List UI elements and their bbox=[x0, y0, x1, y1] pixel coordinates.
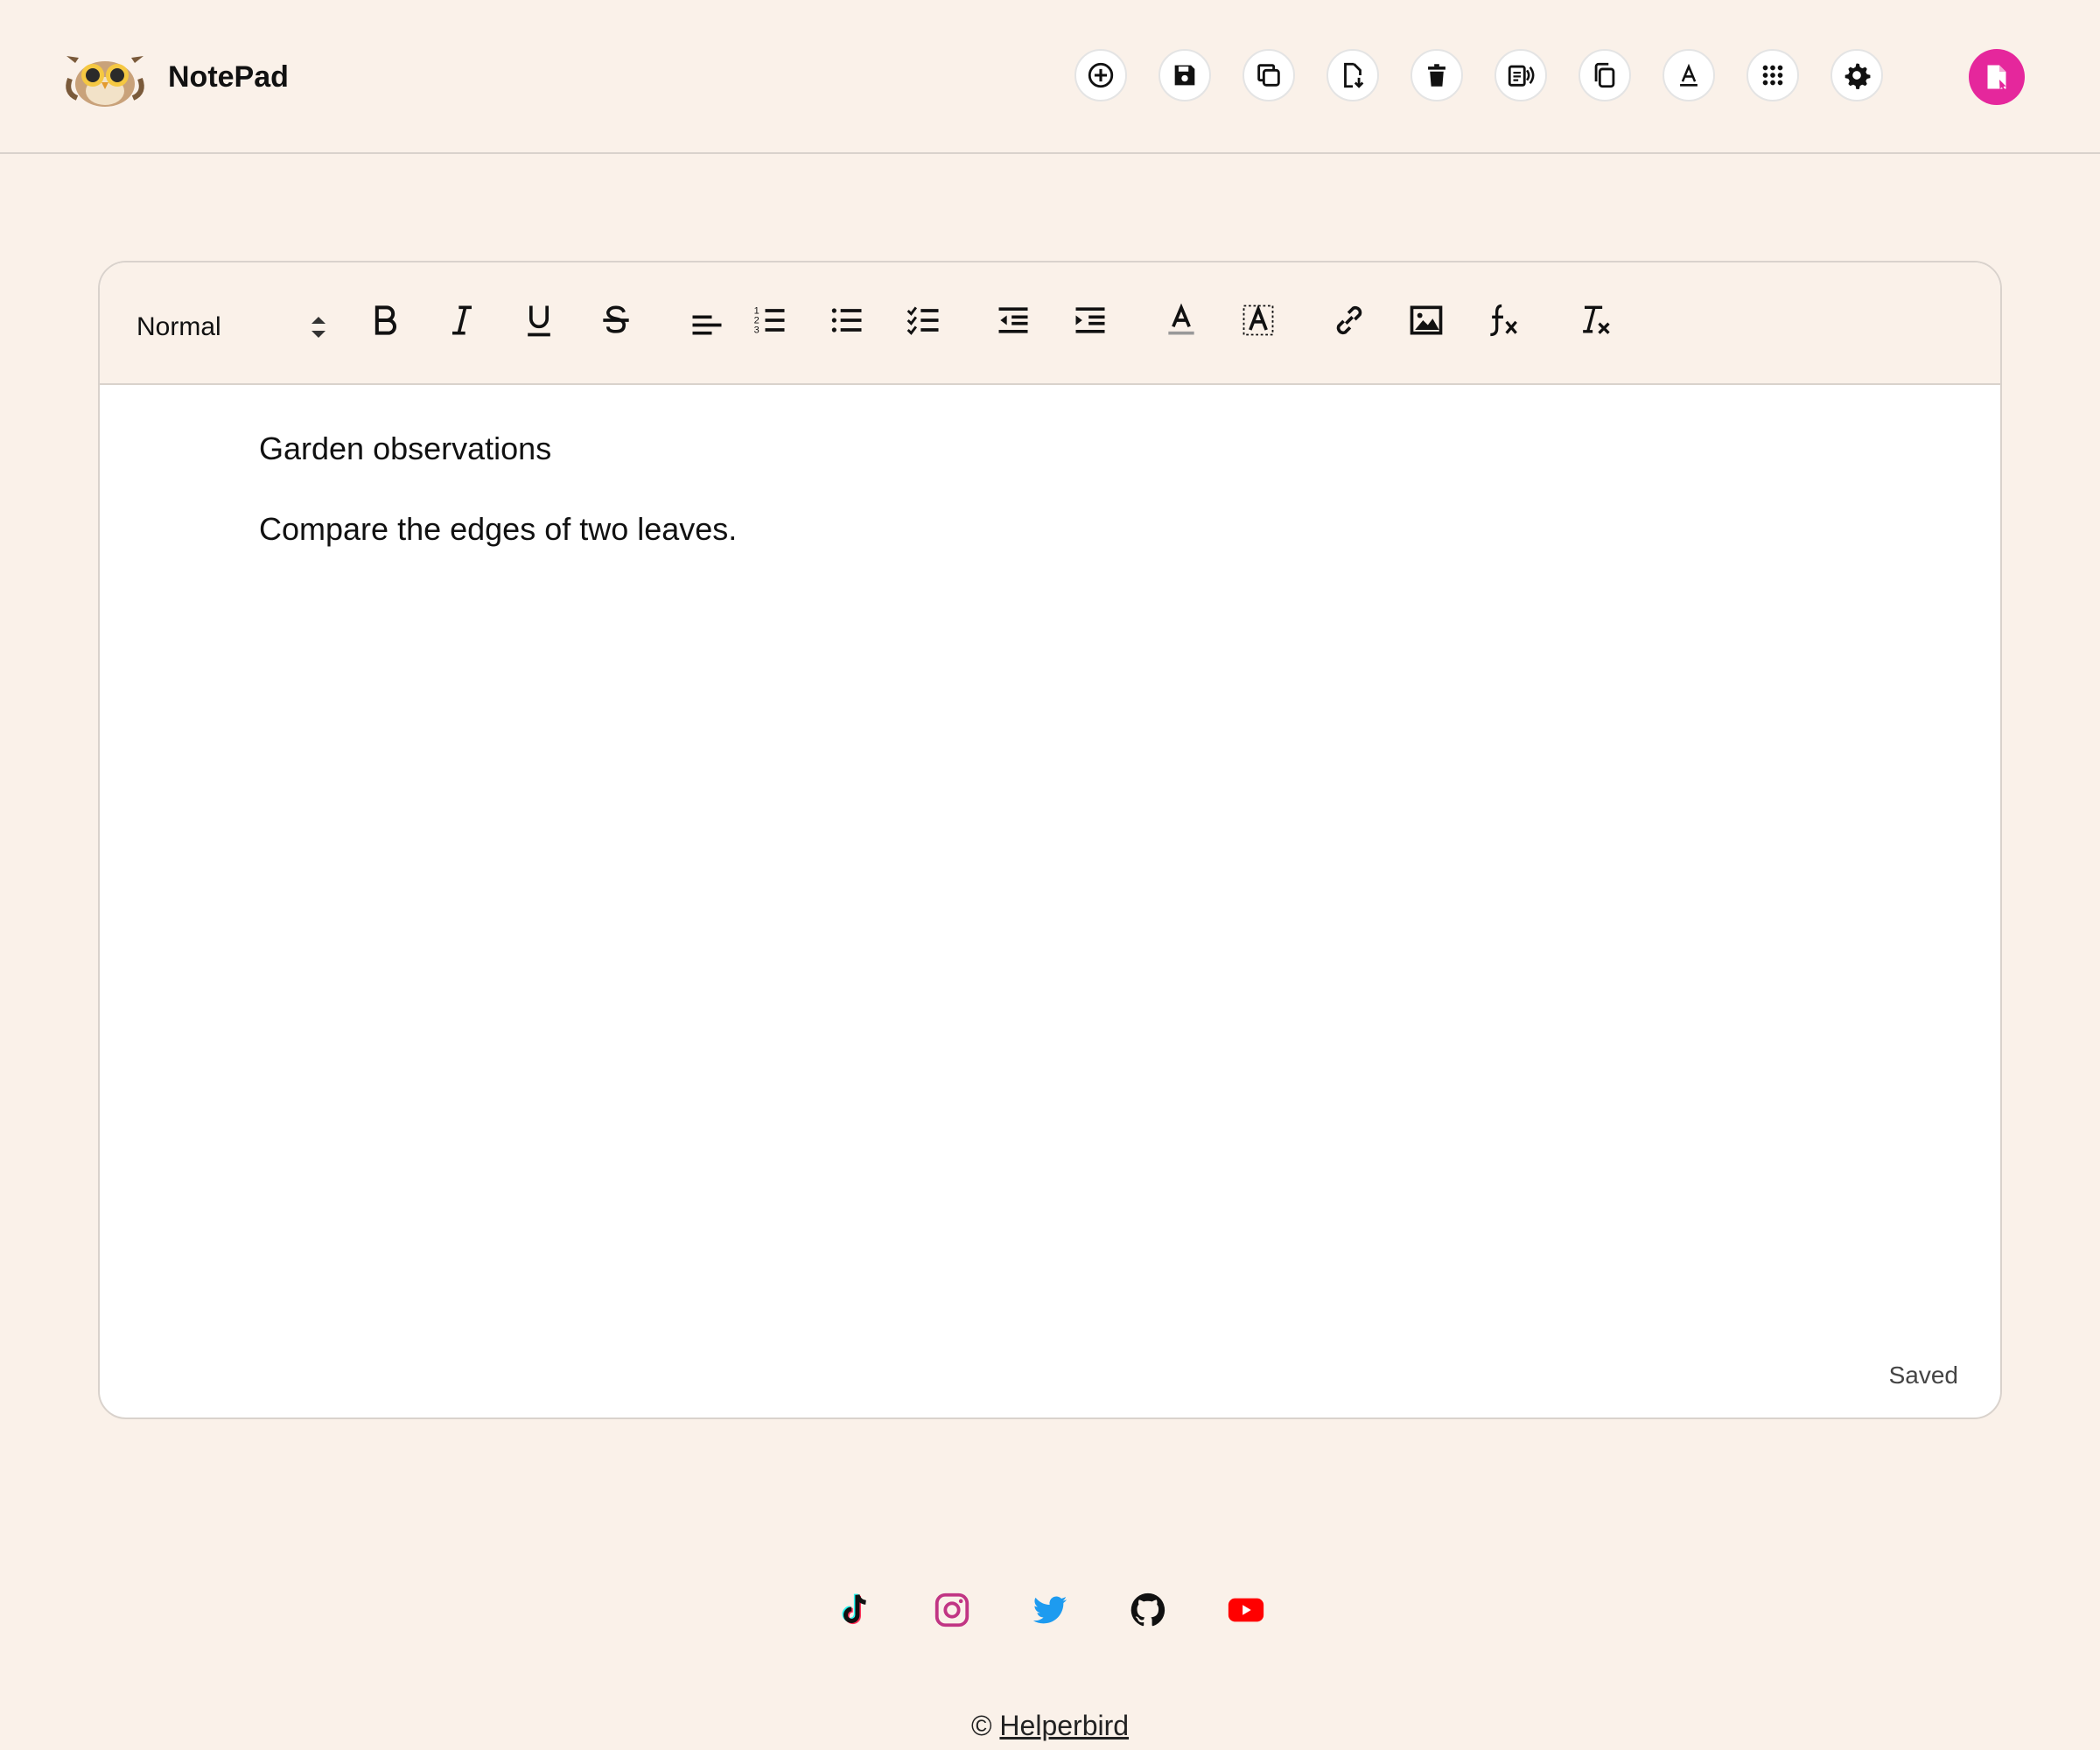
trash-icon bbox=[1428, 64, 1446, 87]
text-format-value: Normal bbox=[136, 312, 221, 341]
youtube-icon bbox=[1228, 1598, 1264, 1622]
text-format-select[interactable]: Normal bbox=[136, 304, 334, 348]
select-arrows-icon bbox=[312, 317, 326, 338]
bullet-list-button[interactable] bbox=[822, 296, 872, 345]
editor-panel: Normal 123 Garden observations Compare t… bbox=[98, 261, 2002, 1419]
note-content[interactable]: Garden observations Compare the edges of… bbox=[259, 429, 1930, 590]
gear-icon bbox=[1844, 63, 1871, 89]
italic-button[interactable] bbox=[438, 296, 486, 345]
font-button[interactable] bbox=[1662, 49, 1715, 102]
align-left-button[interactable] bbox=[682, 296, 732, 345]
download-icon bbox=[1344, 62, 1364, 88]
outdent-icon bbox=[998, 307, 1028, 333]
editor-toolbar: Normal 123 bbox=[100, 262, 2000, 385]
duplicate-button[interactable] bbox=[1578, 49, 1631, 102]
read-aloud-button[interactable] bbox=[1494, 49, 1547, 102]
save-button[interactable] bbox=[1158, 49, 1211, 102]
ordered-list-icon: 123 bbox=[754, 306, 785, 336]
tiktok-link[interactable] bbox=[831, 1586, 880, 1634]
svg-text:3: 3 bbox=[754, 326, 760, 336]
owl-logo-icon bbox=[63, 44, 147, 110]
link-button[interactable] bbox=[1325, 296, 1374, 345]
save-icon bbox=[1174, 65, 1195, 86]
indent-button[interactable] bbox=[1066, 296, 1115, 345]
checklist-icon bbox=[906, 306, 939, 335]
checklist-button[interactable] bbox=[900, 296, 948, 345]
italic-icon bbox=[452, 305, 472, 335]
copy-icon bbox=[1257, 64, 1280, 87]
app-header: NotePad bbox=[0, 0, 2100, 154]
app-title: NotePad bbox=[168, 60, 289, 94]
copyright-symbol: © bbox=[970, 1710, 992, 1741]
formula-icon bbox=[1490, 304, 1517, 337]
note-line-body[interactable]: Compare the edges of two leaves. bbox=[259, 509, 1930, 550]
underline-icon bbox=[528, 305, 550, 337]
duplicate-icon bbox=[1594, 62, 1615, 88]
text-to-speech-icon bbox=[1508, 65, 1535, 87]
image-button[interactable] bbox=[1402, 296, 1451, 345]
github-icon bbox=[1130, 1592, 1166, 1627]
underline-button[interactable] bbox=[514, 296, 564, 345]
bold-button[interactable] bbox=[360, 296, 410, 345]
ordered-list-button[interactable]: 123 bbox=[746, 296, 794, 345]
highlight-icon bbox=[1242, 304, 1274, 336]
formula-button[interactable] bbox=[1479, 296, 1528, 345]
footer: © Helperbird bbox=[0, 1708, 2100, 1743]
clear-formatting-button[interactable] bbox=[1570, 296, 1619, 345]
text-color-icon bbox=[1168, 303, 1194, 335]
note-line-title[interactable]: Garden observations bbox=[259, 429, 1930, 469]
clear-formatting-icon bbox=[1583, 305, 1610, 334]
youtube-link[interactable] bbox=[1222, 1586, 1270, 1634]
font-icon bbox=[1680, 63, 1698, 87]
strikethrough-icon bbox=[603, 305, 629, 333]
new-note-button[interactable] bbox=[1074, 49, 1127, 102]
apps-button[interactable] bbox=[1746, 49, 1799, 102]
apps-grid-icon bbox=[1762, 65, 1783, 86]
outdent-button[interactable] bbox=[989, 296, 1038, 345]
link-icon bbox=[1336, 305, 1362, 335]
copy-button[interactable] bbox=[1242, 49, 1295, 102]
helperbird-link[interactable]: Helperbird bbox=[999, 1710, 1129, 1741]
strikethrough-button[interactable] bbox=[592, 296, 640, 345]
bullet-list-icon bbox=[831, 308, 862, 332]
settings-button[interactable] bbox=[1830, 49, 1883, 102]
file-cursor-icon bbox=[1987, 65, 2006, 91]
instagram-icon bbox=[934, 1592, 970, 1628]
bold-icon bbox=[374, 305, 396, 335]
github-link[interactable] bbox=[1124, 1586, 1172, 1634]
twitter-link[interactable] bbox=[1026, 1586, 1074, 1634]
social-links bbox=[0, 1586, 2100, 1638]
highlight-button[interactable] bbox=[1234, 296, 1283, 345]
twitter-icon bbox=[1032, 1596, 1068, 1624]
open-file-button[interactable] bbox=[1969, 49, 2025, 105]
save-status: Saved bbox=[1888, 1362, 1958, 1389]
download-button[interactable] bbox=[1326, 49, 1379, 102]
new-note-icon bbox=[1088, 62, 1114, 88]
align-left-icon bbox=[692, 315, 722, 335]
text-color-button[interactable] bbox=[1157, 296, 1206, 345]
instagram-link[interactable] bbox=[928, 1586, 976, 1634]
image-icon bbox=[1410, 305, 1443, 335]
indent-icon bbox=[1075, 307, 1105, 333]
delete-button[interactable] bbox=[1410, 49, 1463, 102]
tiktok-icon bbox=[842, 1593, 866, 1625]
